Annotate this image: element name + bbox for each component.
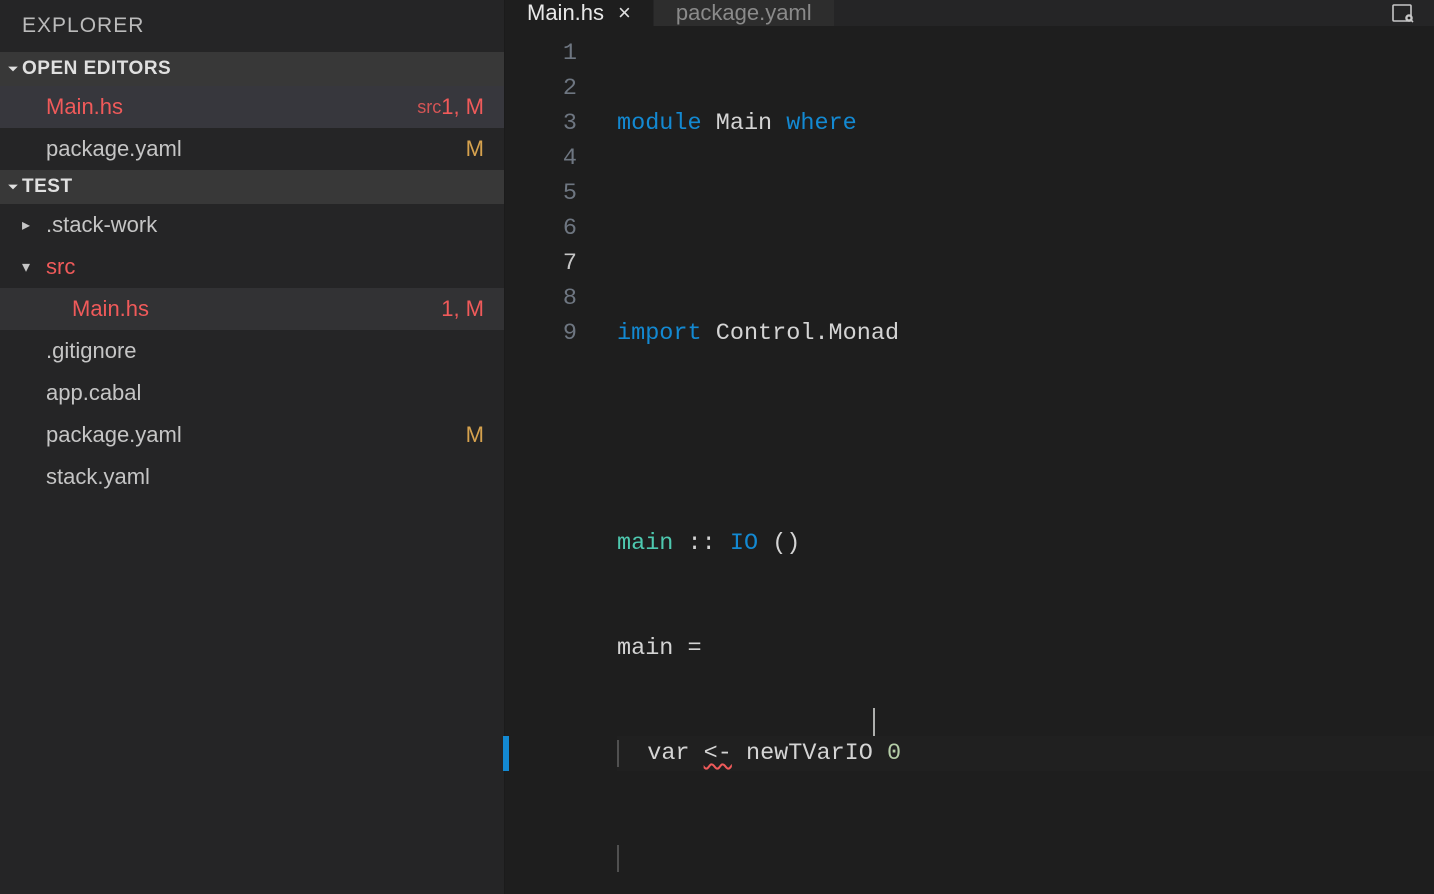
tab-main-hs[interactable]: Main.hs × [505, 0, 654, 26]
open-editor-filename: Main.hs [46, 94, 407, 120]
code-line: module Main where [617, 106, 1434, 141]
tree-folder[interactable]: ▾ src [0, 246, 504, 288]
tree-file[interactable]: .gitignore [0, 330, 504, 372]
workspace-label: TEST [22, 176, 73, 198]
error-squiggle: <- [704, 740, 732, 767]
tab-package-yaml[interactable]: package.yaml [654, 0, 835, 26]
current-line-marker [503, 736, 509, 771]
line-number: 2 [505, 71, 577, 106]
line-number: 6 [505, 211, 577, 246]
open-editor-item[interactable]: Main.hs src 1, M [0, 86, 504, 128]
editor-pane: Main.hs × package.yaml 1 2 3 4 [505, 0, 1434, 894]
tree-file-label: .gitignore [46, 338, 492, 364]
tree-file[interactable]: Main.hs 1, M [0, 288, 504, 330]
tabbar-spacer [835, 0, 1370, 26]
tab-label: Main.hs [527, 0, 604, 26]
text-caret-icon [873, 708, 875, 736]
code-editor[interactable]: 1 2 3 4 5 6 7 8 9 module Main where impo… [505, 26, 1434, 894]
line-number: 1 [505, 36, 577, 71]
tree-file[interactable]: stack.yaml [0, 456, 504, 498]
open-editor-path: src [417, 97, 441, 118]
chevron-right-icon: ▸ [18, 215, 34, 235]
open-editors-header[interactable]: OPEN EDITORS [0, 52, 504, 86]
tab-bar: Main.hs × package.yaml [505, 0, 1434, 26]
tab-label: package.yaml [676, 0, 812, 26]
chevron-down-icon [4, 63, 22, 75]
tree-file[interactable]: package.yaml M [0, 414, 504, 456]
open-editors-label: OPEN EDITORS [22, 58, 171, 80]
tree-file-label: app.cabal [46, 380, 492, 406]
tree-file-label: package.yaml [46, 422, 466, 448]
tree-folder-label: .stack-work [46, 212, 492, 238]
line-number: 7 [505, 246, 577, 281]
tree-folder[interactable]: ▸ .stack-work [0, 204, 504, 246]
open-editor-status: M [466, 136, 492, 162]
line-gutter: 1 2 3 4 5 6 7 8 9 [505, 26, 603, 894]
open-editor-filename: package.yaml [46, 136, 466, 162]
open-editor-status: 1, M [441, 94, 492, 120]
tree-file-status: M [466, 422, 492, 448]
line-number: 3 [505, 106, 577, 141]
tree-file[interactable]: app.cabal [0, 372, 504, 414]
code-line: var <- newTVarIO 0 [617, 736, 1434, 771]
code-line [617, 841, 1434, 876]
explorer-sidebar: EXPLORER OPEN EDITORS Main.hs src 1, M p… [0, 0, 505, 894]
explorer-title: EXPLORER [0, 0, 504, 52]
tree-file-label: stack.yaml [46, 464, 492, 490]
code-line: main = [617, 631, 1434, 666]
code-line [617, 211, 1434, 246]
line-number: 5 [505, 176, 577, 211]
code-content[interactable]: module Main where import Control.Monad m… [603, 26, 1434, 894]
close-icon[interactable]: × [618, 0, 631, 26]
code-line [617, 421, 1434, 456]
line-number: 4 [505, 141, 577, 176]
code-line: main :: IO () [617, 526, 1434, 561]
open-editor-item[interactable]: package.yaml M [0, 128, 504, 170]
chevron-down-icon: ▾ [18, 257, 34, 277]
split-editor-icon[interactable] [1370, 0, 1434, 26]
tree-file-status: 1, M [441, 296, 492, 322]
code-line: import Control.Monad [617, 316, 1434, 351]
tree-folder-label: src [46, 254, 484, 280]
tree-file-label: Main.hs [72, 296, 441, 322]
line-number: 9 [505, 316, 577, 351]
chevron-down-icon [4, 181, 22, 193]
line-number: 8 [505, 281, 577, 316]
workspace-header[interactable]: TEST [0, 170, 504, 204]
